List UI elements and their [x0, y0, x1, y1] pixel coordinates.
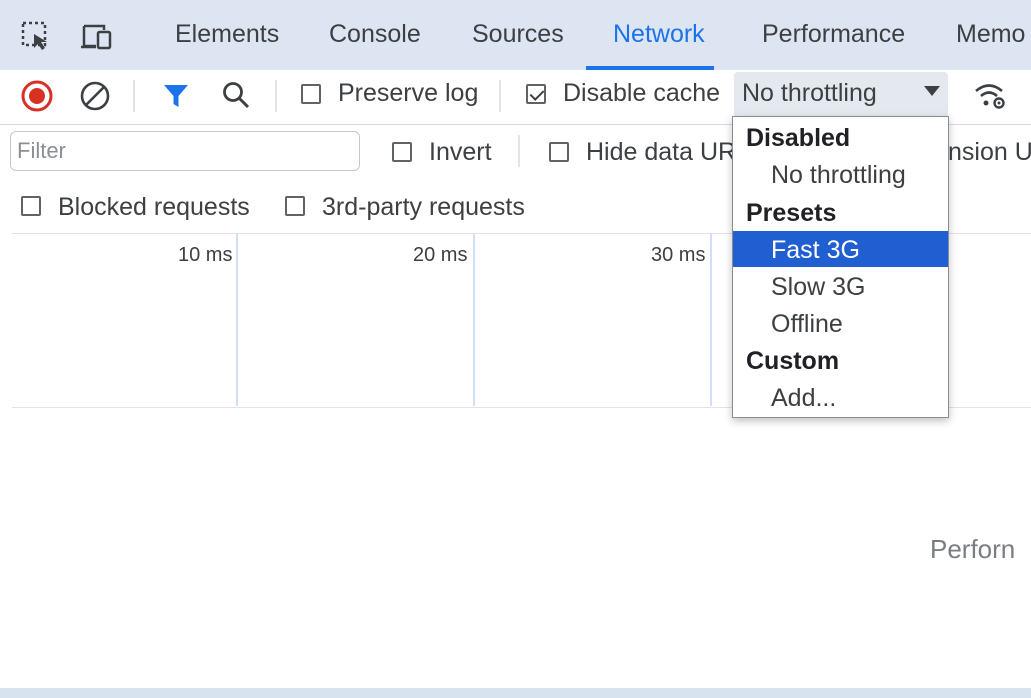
blocked-requests-checkbox[interactable]	[21, 196, 41, 216]
record-stop-icon[interactable]	[17, 76, 57, 116]
menu-item-fast-3g[interactable]: Fast 3G	[771, 236, 860, 265]
disable-cache-label[interactable]: Disable cache	[563, 79, 720, 108]
menu-item-no-throttling[interactable]: No throttling	[771, 161, 906, 190]
menu-item-slow-3g[interactable]: Slow 3G	[771, 273, 865, 302]
network-conditions-icon[interactable]	[970, 76, 1010, 116]
status-bar	[0, 688, 1031, 698]
tab-network[interactable]: Network	[613, 20, 705, 49]
disable-cache-checkbox[interactable]	[526, 84, 546, 104]
third-party-requests-checkbox[interactable]	[285, 196, 305, 216]
hide-extension-urls-label[interactable]: nsion U	[948, 138, 1031, 167]
chevron-down-icon	[924, 86, 940, 96]
tab-sources[interactable]: Sources	[472, 20, 564, 49]
third-party-requests-label[interactable]: 3rd-party requests	[322, 193, 525, 222]
timeline-tick-label: 20 ms	[413, 244, 468, 266]
tab-performance[interactable]: Performance	[762, 20, 905, 49]
invert-checkbox[interactable]	[392, 142, 412, 162]
menu-group-disabled: Disabled	[746, 124, 851, 152]
preserve-log-checkbox[interactable]	[301, 84, 321, 104]
blocked-requests-label[interactable]: Blocked requests	[58, 193, 250, 222]
timeline-gridline	[236, 233, 238, 406]
timeline-tick-label: 30 ms	[651, 244, 706, 266]
timeline-gridline	[710, 233, 712, 406]
menu-group-custom: Custom	[746, 347, 840, 375]
invert-label[interactable]: Invert	[429, 138, 492, 167]
filter-input[interactable]	[10, 131, 360, 171]
toolbar-divider	[499, 80, 501, 112]
empty-state-hint: Perforn	[930, 534, 1016, 564]
menu-group-presets: Presets	[746, 199, 837, 227]
timeline-tick-label: 10 ms	[178, 244, 233, 266]
menu-item-add[interactable]: Add...	[771, 384, 836, 413]
device-toolbar-icon[interactable]	[76, 16, 116, 56]
preserve-log-label[interactable]: Preserve log	[338, 79, 478, 108]
hide-data-urls-label[interactable]: Hide data UR	[586, 138, 736, 167]
tab-console[interactable]: Console	[329, 20, 421, 49]
clear-icon[interactable]	[75, 76, 115, 116]
toolbar-divider	[275, 80, 277, 112]
filter-icon[interactable]	[156, 76, 196, 116]
filter-divider	[518, 135, 520, 167]
timeline-gridline	[473, 233, 475, 406]
tab-elements[interactable]: Elements	[175, 20, 279, 49]
tab-memory[interactable]: Memo	[956, 20, 1025, 49]
inspect-element-icon[interactable]	[16, 16, 56, 56]
search-icon[interactable]	[216, 76, 256, 116]
toolbar-divider	[133, 80, 135, 112]
hide-data-urls-checkbox[interactable]	[549, 142, 569, 162]
throttling-select-value: No throttling	[742, 79, 877, 107]
menu-item-offline[interactable]: Offline	[771, 310, 843, 339]
